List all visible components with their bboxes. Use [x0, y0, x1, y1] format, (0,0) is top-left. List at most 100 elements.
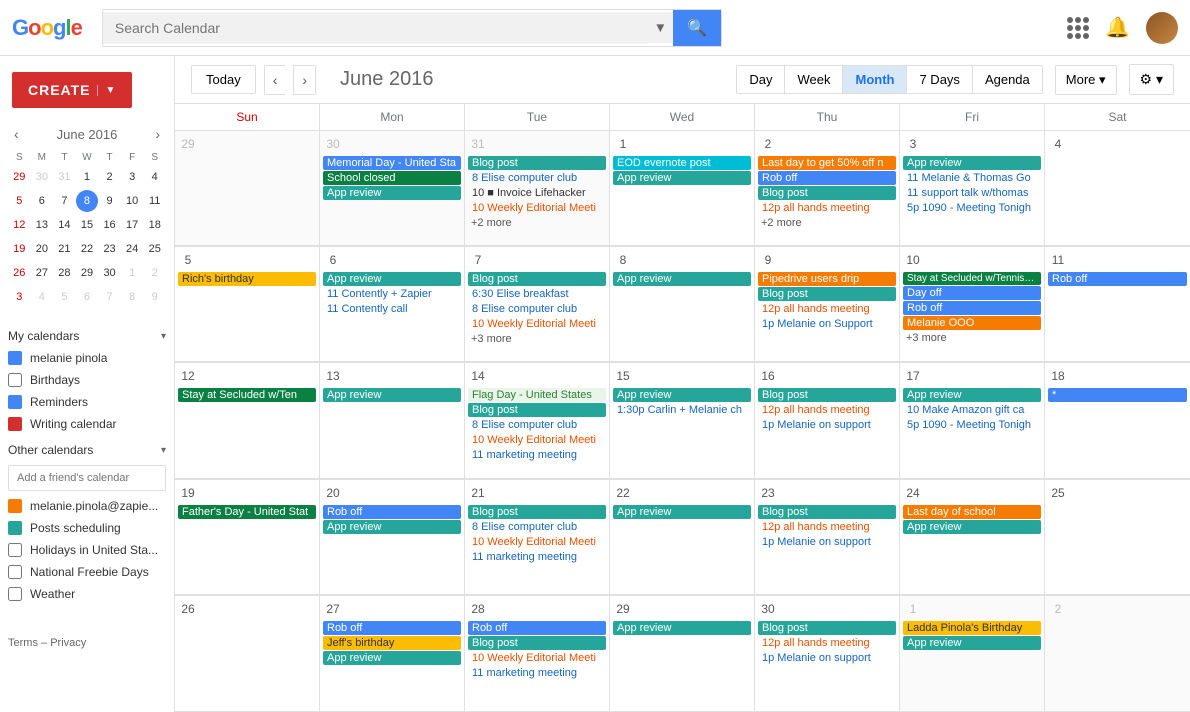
cal-cell[interactable]: 22 App review: [610, 480, 755, 595]
cal-cell[interactable]: 1 Ladda Pinola's Birthday App review: [900, 596, 1045, 712]
cal-cell[interactable]: 20 Rob off App review: [320, 480, 465, 595]
mini-cal-day[interactable]: 26: [8, 262, 30, 284]
event[interactable]: School closed: [323, 171, 461, 185]
mini-cal-day[interactable]: 11: [144, 190, 166, 212]
cal-cell[interactable]: 31 Blog post 8 Elise computer club 10 ■ …: [465, 131, 610, 246]
cal-cell[interactable]: 10 Stay at Secluded w/Tennis/Koi Pond/Ho…: [900, 247, 1045, 362]
event[interactable]: Stay at Secluded w/Tennis/Koi Pond/Hot T…: [903, 272, 1041, 285]
mini-cal-day[interactable]: 15: [76, 214, 98, 236]
cal-cell[interactable]: 4: [1045, 131, 1190, 246]
event[interactable]: Rob off: [323, 621, 461, 635]
event[interactable]: App review: [613, 171, 751, 185]
event[interactable]: Blog post: [758, 505, 896, 519]
event[interactable]: Blog post: [468, 156, 606, 170]
event[interactable]: Ladda Pinola's Birthday: [903, 621, 1041, 635]
cal-cell[interactable]: 11 Rob off: [1045, 247, 1190, 362]
event[interactable]: 11 marketing meeting: [468, 666, 606, 680]
cal-cell[interactable]: 19 Father's Day - United Stat: [175, 480, 320, 595]
mini-cal-day[interactable]: 29: [76, 262, 98, 284]
mini-cal-day-today[interactable]: 8: [76, 190, 98, 212]
mini-cal-day[interactable]: 9: [99, 190, 121, 212]
calendar-item-zapier[interactable]: melanie.pinola@zapie...: [0, 495, 174, 517]
mini-cal-day[interactable]: 4: [144, 166, 166, 188]
calendar-item-reminders[interactable]: Reminders: [0, 391, 174, 413]
event[interactable]: Blog post: [468, 636, 606, 650]
mini-cal-day[interactable]: 21: [53, 238, 75, 260]
event[interactable]: 11 Contently call: [323, 302, 461, 316]
event[interactable]: Blog post: [758, 186, 896, 200]
event[interactable]: 10 Weekly Editorial Meeti: [468, 201, 606, 215]
event[interactable]: Rob off: [323, 505, 461, 519]
mini-cal-day[interactable]: 29: [8, 166, 30, 188]
event[interactable]: 1:30p Carlin + Melanie ch: [613, 403, 751, 417]
cal-cell[interactable]: 2: [1045, 596, 1190, 712]
mini-cal-day[interactable]: 2: [144, 262, 166, 284]
event[interactable]: 8 Elise computer club: [468, 520, 606, 534]
event[interactable]: Blog post: [468, 272, 606, 286]
event[interactable]: 10 Weekly Editorial Meeti: [468, 433, 606, 447]
apps-icon[interactable]: [1067, 17, 1089, 39]
cal-cell[interactable]: 13 App review: [320, 363, 465, 478]
event[interactable]: Blog post: [758, 388, 896, 402]
mini-cal-day[interactable]: 27: [31, 262, 53, 284]
mini-cal-day[interactable]: 19: [8, 238, 30, 260]
more-events-link[interactable]: +2 more: [467, 216, 607, 230]
event[interactable]: App review: [903, 388, 1041, 402]
mini-cal-day[interactable]: 30: [31, 166, 53, 188]
event[interactable]: Last day of school: [903, 505, 1041, 519]
calendar-item-holidays[interactable]: Holidays in United Sta...: [0, 539, 174, 561]
event[interactable]: 11 support talk w/thomas: [903, 186, 1041, 200]
view-week-button[interactable]: Week: [784, 65, 842, 94]
event[interactable]: 10 Weekly Editorial Meeti: [468, 651, 606, 665]
cal-cell[interactable]: 17 App review 10 Make Amazon gift ca 5p …: [900, 363, 1045, 478]
cal-cell[interactable]: 25: [1045, 480, 1190, 595]
event[interactable]: 10 Weekly Editorial Meeti: [468, 535, 606, 549]
cal-cell[interactable]: 3 App review 11 Melanie & Thomas Go 11 s…: [900, 131, 1045, 246]
cal-checkbox-holidays[interactable]: [8, 543, 22, 557]
event[interactable]: App review: [613, 388, 751, 402]
event[interactable]: Father's Day - United Stat: [178, 505, 316, 519]
event[interactable]: 12p all hands meeting: [758, 403, 896, 417]
mini-cal-day[interactable]: 31: [53, 166, 75, 188]
privacy-link[interactable]: Privacy: [50, 637, 86, 649]
cal-cell[interactable]: 24 Last day of school App review: [900, 480, 1045, 595]
mini-cal-prev-button[interactable]: ‹: [10, 124, 23, 144]
mini-cal-day[interactable]: 5: [53, 286, 75, 308]
event[interactable]: 11 marketing meeting: [468, 448, 606, 462]
cal-cell[interactable]: 26: [175, 596, 320, 712]
mini-cal-day[interactable]: 7: [53, 190, 75, 212]
event[interactable]: App review: [903, 156, 1041, 170]
event[interactable]: 8 Elise computer club: [468, 302, 606, 316]
mini-cal-day[interactable]: 5: [8, 190, 30, 212]
mini-cal-day[interactable]: 6: [76, 286, 98, 308]
mini-cal-day[interactable]: 7: [99, 286, 121, 308]
view-month-button[interactable]: Month: [842, 65, 906, 94]
event[interactable]: App review: [323, 388, 461, 402]
mini-cal-day[interactable]: 8: [121, 286, 143, 308]
cal-cell[interactable]: 29: [175, 131, 320, 246]
mini-cal-day[interactable]: 25: [144, 238, 166, 260]
prev-month-button[interactable]: ‹: [264, 65, 286, 95]
mini-cal-day[interactable]: 17: [121, 214, 143, 236]
cal-cell[interactable]: 27 Rob off Jeff's birthday App review: [320, 596, 465, 712]
event[interactable]: Blog post: [758, 621, 896, 635]
calendar-item-melanie[interactable]: melanie pinola: [0, 347, 174, 369]
cal-cell[interactable]: 21 Blog post 8 Elise computer club 10 We…: [465, 480, 610, 595]
other-calendars-section-header[interactable]: Other calendars ▾: [0, 435, 174, 461]
mini-cal-day[interactable]: 20: [31, 238, 53, 260]
mini-cal-day[interactable]: 2: [99, 166, 121, 188]
cal-cell[interactable]: 23 Blog post 12p all hands meeting 1p Me…: [755, 480, 900, 595]
cal-cell[interactable]: 2 Last day to get 50% off n Rob off Blog…: [755, 131, 900, 246]
notifications-icon[interactable]: 🔔: [1105, 15, 1130, 40]
cal-cell[interactable]: 5 Rich's birthday: [175, 247, 320, 362]
avatar[interactable]: [1146, 12, 1178, 44]
mini-cal-day[interactable]: 3: [121, 166, 143, 188]
calendar-item-weather[interactable]: Weather: [0, 583, 174, 605]
mini-cal-day[interactable]: 16: [99, 214, 121, 236]
more-button[interactable]: More ▾: [1055, 65, 1117, 95]
next-month-button[interactable]: ›: [293, 65, 316, 95]
event[interactable]: 10 ■ Invoice Lifehacker: [468, 186, 606, 200]
event[interactable]: Rob off: [1048, 272, 1187, 286]
event[interactable]: *: [1048, 388, 1187, 402]
search-dropdown-button[interactable]: ▼: [648, 12, 673, 43]
